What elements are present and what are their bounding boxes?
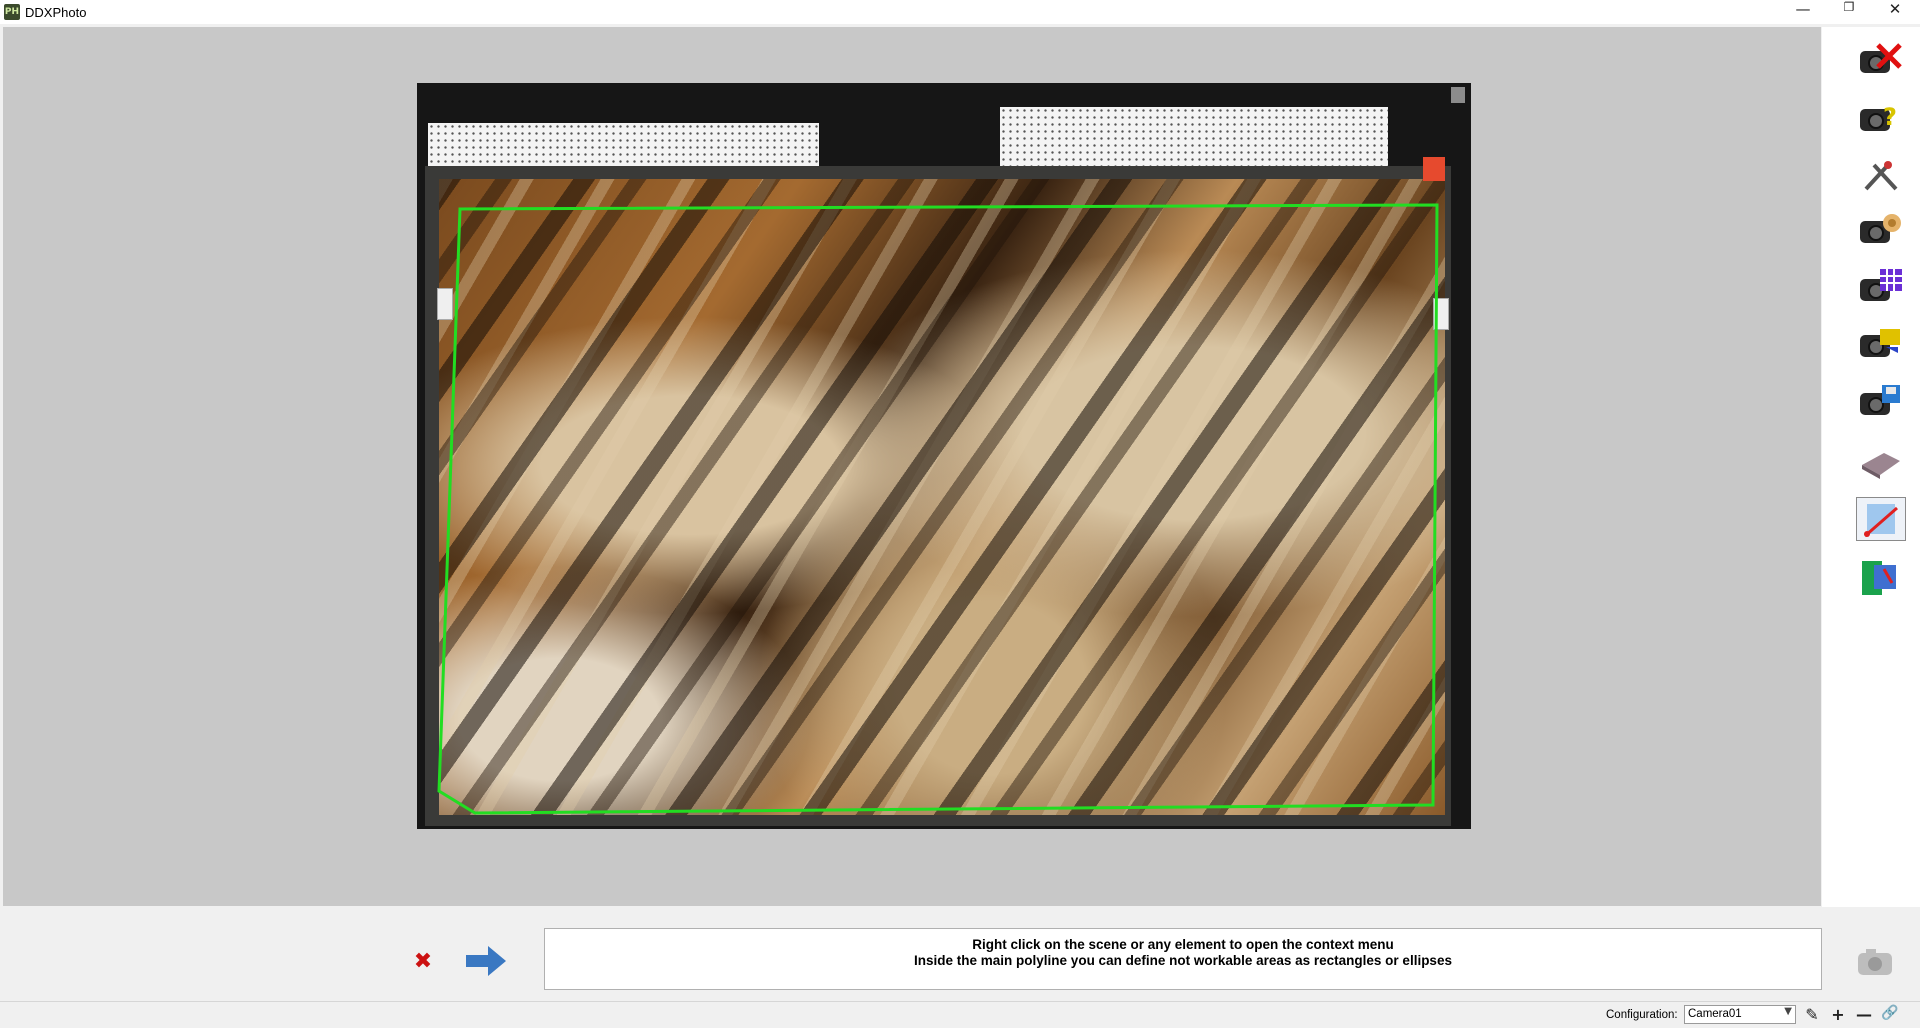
camera-settings-icon[interactable] (1856, 209, 1906, 253)
config-value: Camera01 (1688, 1008, 1742, 1020)
svg-text:?: ? (1883, 103, 1897, 131)
scene-canvas[interactable] (3, 27, 1821, 906)
add-config-icon[interactable]: + (1828, 1005, 1848, 1025)
remove-config-icon[interactable]: — (1854, 1005, 1874, 1025)
area-edit-icon[interactable] (1856, 555, 1906, 599)
message-box: Right click on the scene or any element … (544, 928, 1822, 990)
next-button[interactable] (464, 943, 508, 979)
close-button[interactable]: ✕ (1872, 0, 1918, 24)
camera-help-icon[interactable]: ? (1856, 97, 1906, 141)
tools-icon[interactable] (1856, 153, 1906, 197)
bottom-panel: ✖ Right click on the scene or any elemen… (0, 907, 1920, 1003)
camera-off-icon[interactable] (1856, 945, 1896, 979)
camera-save-icon[interactable] (1856, 381, 1906, 425)
slab-icon[interactable] (1856, 439, 1906, 483)
chevron-down-icon: ▼ (1784, 1006, 1792, 1017)
config-label: Configuration: (1606, 1009, 1678, 1021)
slab-photo[interactable] (417, 83, 1471, 829)
config-select[interactable]: Camera01 ▼ (1684, 1005, 1796, 1024)
right-toolbar: ? (1822, 27, 1920, 907)
message-line-1: Right click on the scene or any element … (972, 937, 1394, 952)
app-logo-icon: PH (4, 4, 20, 20)
edit-config-icon[interactable]: ✎ (1802, 1005, 1822, 1025)
camera-grid-icon[interactable] (1856, 267, 1906, 311)
camera-folder-icon[interactable] (1856, 323, 1906, 367)
window-title: DDXPhoto (25, 5, 87, 20)
link-icon[interactable]: 🔗 (1880, 1005, 1900, 1025)
cancel-button[interactable]: ✖ (406, 947, 440, 977)
status-bar: Configuration: Camera01 ▼ ✎ + — 🔗 (0, 1001, 1920, 1028)
minimize-button[interactable]: — (1780, 0, 1826, 24)
camera-delete-icon[interactable] (1856, 39, 1906, 83)
title-bar: PH DDXPhoto — ❐ ✕ (0, 0, 1920, 24)
polyline-edit-icon[interactable] (1856, 497, 1906, 541)
restore-button[interactable]: ❐ (1826, 0, 1872, 24)
main-polyline[interactable] (417, 83, 1471, 829)
message-line-2: Inside the main polyline you can define … (914, 953, 1452, 968)
